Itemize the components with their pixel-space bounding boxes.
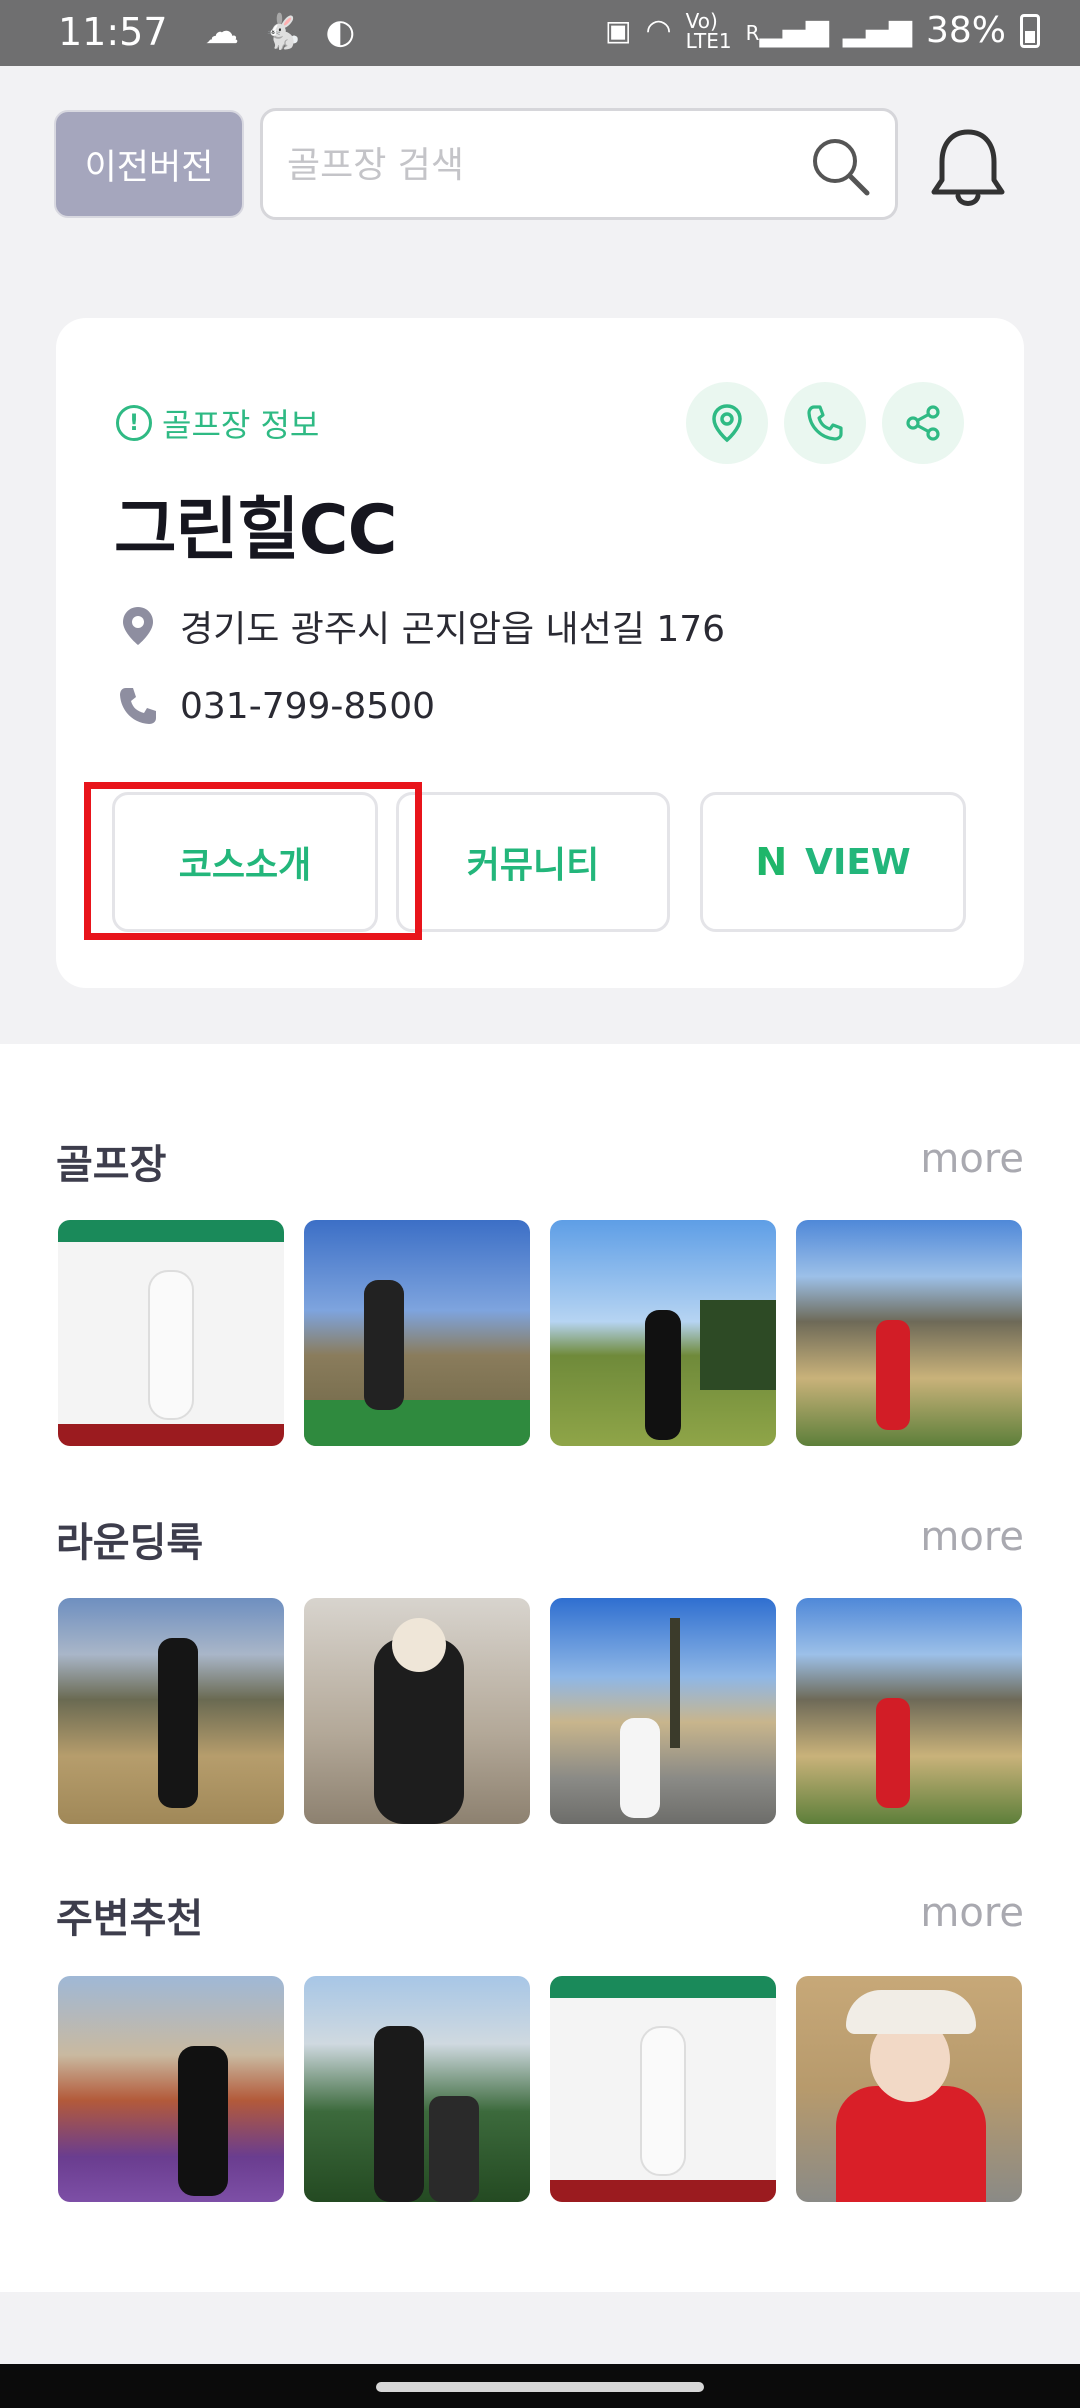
section-title-rounding-look: 라운딩룩 [56, 1520, 204, 1566]
photo-thumbnail[interactable] [550, 1220, 776, 1446]
bell-icon[interactable] [926, 122, 1010, 212]
card-tag-label: 골프장 정보 [162, 406, 320, 444]
notification-icons: ☁ 🐇 ◐ [205, 12, 355, 52]
map-button[interactable] [686, 382, 768, 464]
footer-spacer [0, 2292, 1080, 2364]
photo-thumbnail[interactable] [58, 1598, 284, 1824]
home-gesture-handle[interactable] [376, 2382, 704, 2392]
share-button[interactable] [882, 382, 964, 464]
info-icon: ! [116, 405, 152, 441]
phone-icon [120, 688, 156, 724]
more-link-nearby[interactable]: more [920, 1890, 1024, 1936]
phone-row[interactable]: 031-799-8500 [116, 684, 435, 728]
cloud-icon: ☁ [205, 12, 239, 52]
search-icon[interactable] [807, 133, 873, 199]
search-input[interactable] [287, 133, 807, 197]
location-pin-icon [123, 607, 153, 645]
vpn-icon: ▣ [605, 14, 632, 47]
battery-icon [1020, 13, 1040, 48]
wifi-icon: ◠ [645, 13, 672, 48]
photo-thumbnail[interactable] [550, 1598, 776, 1824]
photo-thumbnail[interactable] [796, 1598, 1022, 1824]
status-bar: 11:57 ☁ 🐇 ◐ ▣ ◠ Vo) LTE1 R▂▄▆ ▂▄▆ 38% [0, 0, 1080, 66]
phone-number[interactable]: 031-799-8500 [180, 686, 435, 727]
photo-thumbnail[interactable] [304, 1220, 530, 1446]
signal-icon-1: R▂▄▆ [745, 13, 829, 48]
app-icon: ◐ [325, 12, 356, 52]
address-row: 경기도 광주시 곤지암읍 내선길 176 [116, 600, 725, 652]
naver-view-button[interactable]: N VIEW [700, 792, 966, 932]
volte-indicator: Vo) LTE1 [685, 8, 732, 53]
photo-thumbnail[interactable] [550, 1976, 776, 2202]
photo-thumbnail[interactable] [58, 1220, 284, 1446]
section-title-golf-course: 골프장 [56, 1142, 167, 1188]
battery-percent: 38% [925, 10, 1006, 51]
more-link-golf-course[interactable]: more [920, 1136, 1024, 1182]
system-icons: ▣ ◠ Vo) LTE1 R▂▄▆ ▂▄▆ 38% [605, 10, 1040, 51]
status-time: 11:57 [58, 10, 168, 54]
call-button[interactable] [784, 382, 866, 464]
more-link-rounding-look[interactable]: more [920, 1514, 1024, 1560]
photo-thumbnail[interactable] [58, 1976, 284, 2202]
highlight-annotation [84, 782, 422, 940]
search-box[interactable] [260, 108, 898, 220]
location-pin-icon [712, 404, 742, 443]
rabbit-icon: 🐇 [261, 12, 304, 52]
photo-thumbnail[interactable] [796, 1220, 1022, 1446]
photo-thumbnail[interactable] [304, 1976, 530, 2202]
community-button[interactable]: 커뮤니티 [396, 792, 670, 932]
share-icon [906, 405, 940, 441]
view-label: VIEW [805, 841, 911, 883]
signal-icon-2: ▂▄▆ [842, 13, 912, 48]
legacy-version-button[interactable]: 이전버전 [54, 110, 244, 218]
course-name: 그린힐CC [114, 491, 397, 570]
address-text: 경기도 광주시 곤지암읍 내선길 176 [180, 609, 726, 650]
card-tag: ! 골프장 정보 [116, 400, 319, 446]
gallery-section: 골프장 more 라운딩룩 more 주변추천 more [0, 1044, 1080, 2292]
naver-logo-icon: N [755, 840, 788, 884]
section-title-nearby: 주변추천 [56, 1896, 204, 1942]
photo-thumbnail[interactable] [304, 1598, 530, 1824]
phone-icon [807, 405, 843, 441]
system-nav-bar [0, 2364, 1080, 2408]
photo-thumbnail[interactable] [796, 1976, 1022, 2202]
